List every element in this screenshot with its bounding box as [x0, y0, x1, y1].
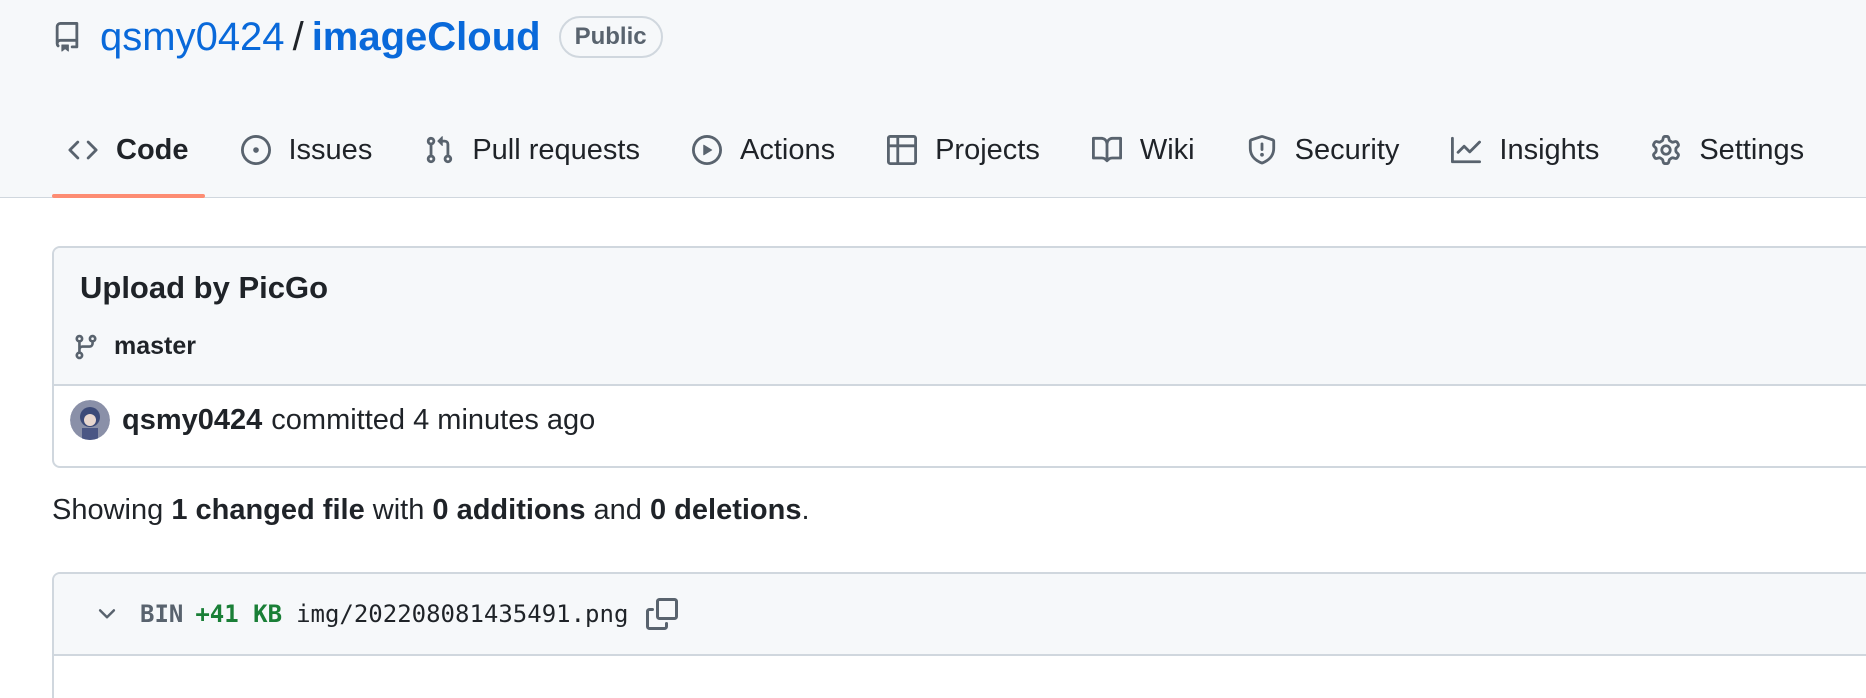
tab-label: Pull requests — [472, 133, 640, 166]
shield-icon — [1248, 135, 1275, 165]
tab-wiki[interactable]: Wiki — [1076, 122, 1211, 178]
repo-title: qsmy0424 / imageCloud Public — [52, 12, 663, 62]
tab-pull-requests[interactable]: Pull requests — [408, 122, 656, 178]
diff-summary: Showing 1 changed file with 0 additions … — [52, 494, 810, 527]
changed-files-count[interactable]: 1 changed file — [171, 494, 364, 526]
graph-icon — [1451, 136, 1482, 164]
branch-link[interactable]: master — [114, 332, 196, 361]
file-size-change: +41 KB — [195, 600, 283, 628]
tab-label: Code — [116, 133, 189, 166]
git-branch-icon — [75, 334, 97, 359]
deletions-count: 0 deletions — [650, 494, 802, 526]
tab-label: Insights — [1499, 133, 1600, 166]
repo-owner-link[interactable]: qsmy0424 — [100, 15, 285, 60]
tab-settings[interactable]: Settings — [1635, 122, 1820, 178]
tab-security[interactable]: Security — [1231, 122, 1416, 178]
repo-separator: / — [292, 14, 304, 59]
commit-title: Upload by PicGo — [80, 270, 329, 305]
tab-code[interactable]: Code — [52, 122, 205, 198]
tab-insights[interactable]: Insights — [1435, 122, 1615, 178]
commit-meta: qsmy0424 committed 4 minutes ago — [70, 400, 595, 440]
tab-label: Settings — [1699, 133, 1805, 166]
play-icon — [691, 135, 722, 165]
tab-issues[interactable]: Issues — [225, 122, 389, 178]
commit-action: committed — [271, 403, 406, 436]
pull-request-icon — [427, 136, 453, 164]
tab-label: Actions — [739, 133, 836, 166]
file-type-label: BIN — [140, 600, 184, 628]
author-link[interactable]: qsmy0424 — [122, 404, 262, 437]
repo-header: qsmy0424 / imageCloud Public Code Issues… — [0, 0, 1866, 198]
commit-box: Upload by PicGo master qsmy0424 committe… — [52, 246, 1866, 468]
code-icon — [68, 140, 98, 160]
copy-icon[interactable] — [646, 597, 680, 631]
visibility-badge: Public — [558, 16, 663, 58]
file-path-link[interactable]: img/202208081435491.png — [296, 600, 628, 628]
gear-icon — [1652, 135, 1681, 165]
chevron-down-icon[interactable] — [94, 600, 122, 628]
commit-time: 4 minutes ago — [413, 403, 596, 436]
branch-row: master — [72, 332, 196, 361]
table-icon — [887, 135, 918, 165]
summary-with: with — [372, 494, 425, 526]
tab-actions[interactable]: Actions — [676, 122, 851, 178]
tab-label: Security — [1294, 133, 1400, 166]
file-diff: BIN +41 KB img/202208081435491.png — [52, 572, 1866, 698]
additions-count: 0 additions — [432, 494, 586, 526]
summary-and: and — [593, 494, 642, 526]
repo-name-link[interactable]: imageCloud — [312, 15, 541, 60]
repo-icon — [52, 21, 84, 53]
file-header: BIN +41 KB img/202208081435491.png — [54, 574, 1866, 656]
summary-prefix: Showing — [52, 494, 164, 526]
repo-nav-tabs: Code Issues Pull requests Actions Projec… — [52, 122, 1840, 198]
commit-header: Upload by PicGo master — [54, 248, 1866, 386]
book-icon — [1091, 136, 1122, 163]
tab-label: Wiki — [1139, 133, 1195, 166]
tab-projects[interactable]: Projects — [871, 122, 1056, 178]
issue-icon — [240, 135, 271, 165]
tab-label: Issues — [288, 133, 373, 166]
summary-period: . — [801, 494, 810, 526]
tab-label: Projects — [935, 133, 1040, 166]
avatar[interactable] — [70, 400, 110, 440]
